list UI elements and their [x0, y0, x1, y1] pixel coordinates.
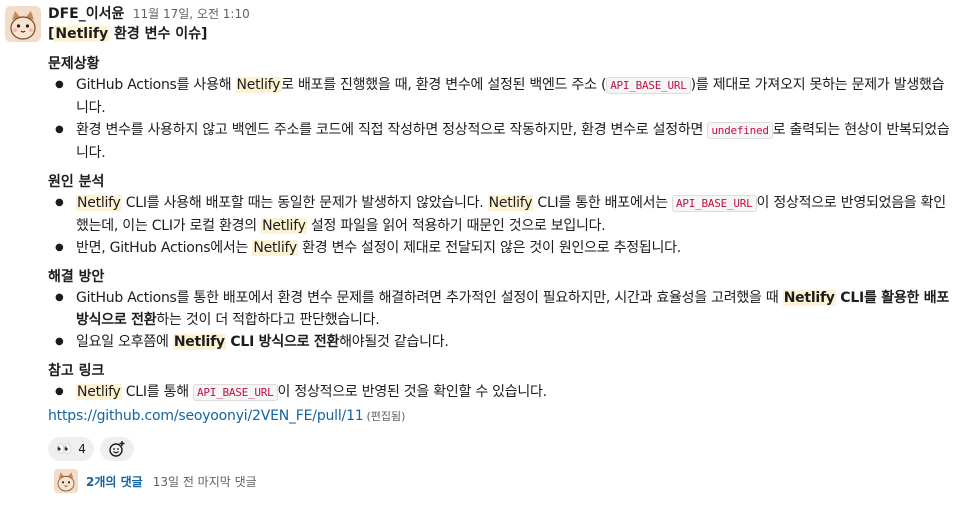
bullet-list: GitHub Actions를 사용해 Netlify로 배포를 진행했을 때,… [48, 74, 953, 164]
avatar[interactable] [5, 6, 41, 42]
text: 이 정상적으로 반영된 것을 확인할 수 있습니다. [277, 384, 548, 400]
text: 설정 파일을 읽어 적용하기 때문인 것으로 보입니다. [306, 218, 606, 234]
text: 환경 변수 설정이 제대로 전달되지 않은 것이 원인으로 추정됩니다. [297, 240, 681, 256]
edited-label: (편집됨) [366, 410, 406, 423]
highlight-term: Netlify [782, 290, 836, 306]
text: 하는 것이 더 적합하다고 판단했습니다. [156, 312, 380, 328]
inline-code: API_BASE_URL [672, 195, 757, 212]
sender-name[interactable]: DFE_이서윤 [48, 6, 124, 22]
text: CLI를 통해 [121, 384, 194, 400]
text: 반면, GitHub Actions에서는 [76, 240, 253, 256]
list-item: Netlify CLI를 사용해 배포할 때는 동일한 문제가 발생하지 않았습… [48, 192, 953, 237]
section-heading: 문제상황 [48, 56, 100, 72]
inline-code: API_BASE_URL [193, 384, 278, 401]
highlight-term: Netlify [487, 195, 534, 211]
text: 해야될것 같습니다. [339, 334, 449, 350]
list-item: 일요일 오후쯤에 Netlify CLI 방식으로 전환해야될것 같습니다. [48, 331, 953, 353]
bold-text: CLI 방식으로 전환 [225, 334, 340, 350]
inline-code: undefined [707, 122, 773, 139]
inline-code: API_BASE_URL [606, 77, 691, 94]
thread-summary[interactable]: 2개의 댓글 13일 전 마지막 댓글 [54, 468, 257, 494]
cat-avatar-icon [5, 6, 41, 42]
list-item: 환경 변수를 사용하지 않고 백엔드 주소를 코드에 직접 작성하면 정상적으로… [48, 119, 953, 164]
section-heading: 참고 링크 [48, 363, 105, 379]
timestamp[interactable]: 11월 17일, 오전 1:10 [133, 7, 250, 21]
bullet-list: Netlify CLI를 사용해 배포할 때는 동일한 문제가 발생하지 않았습… [48, 192, 953, 259]
section-heading: 해결 방안 [48, 269, 105, 285]
highlight-term: Netlify [76, 384, 122, 400]
text: GitHub Actions를 통한 배포에서 환경 변수 문제를 해결하려면 … [76, 290, 783, 306]
reply-count[interactable]: 2개의 댓글 [86, 473, 143, 490]
pr-link[interactable]: https://github.com/seoyoonyi/2VEN_FE/pul… [48, 408, 364, 424]
reaction-eyes[interactable]: 👀 4 [48, 437, 94, 461]
cat-avatar-icon [54, 469, 78, 493]
highlight-term: Netlify [235, 77, 282, 93]
add-reaction-button[interactable] [99, 437, 134, 461]
message-header: DFE_이서윤 11월 17일, 오전 1:10 [48, 4, 953, 24]
list-item: 반면, GitHub Actions에서는 Netlify 환경 변수 설정이 … [48, 237, 953, 259]
add-emoji-icon [109, 441, 125, 457]
text: 환경 변수를 사용하지 않고 백엔드 주소를 코드에 직접 작성하면 정상적으로… [76, 122, 708, 138]
highlight-term: Netlify [252, 240, 298, 256]
list-item: GitHub Actions를 사용해 Netlify로 배포를 진행했을 때,… [48, 74, 953, 119]
highlight-term: Netlify [172, 334, 226, 350]
reaction-count: 4 [78, 442, 86, 456]
highlight-term: Netlify [76, 195, 122, 211]
text: CLI를 사용해 배포할 때는 동일한 문제가 발생하지 않았습니다. [121, 195, 488, 211]
text: 일요일 오후쯤에 [76, 334, 173, 350]
reaction-bar: 👀 4 [48, 437, 953, 461]
list-item: Netlify CLI를 통해 API_BASE_URL이 정상적으로 반영된 … [48, 381, 953, 404]
section-heading: 원인 분석 [48, 174, 105, 190]
slack-message: DFE_이서윤 11월 17일, 오전 1:10 [Netlify 환경 변수 … [0, 0, 967, 511]
text: CLI를 통한 배포에서는 [533, 195, 673, 211]
message-content: DFE_이서윤 11월 17일, 오전 1:10 [Netlify 환경 변수 … [48, 4, 953, 461]
list-item: GitHub Actions를 통한 배포에서 환경 변수 문제를 해결하려면 … [48, 287, 953, 331]
title-text: 환경 변수 이슈] [109, 26, 208, 42]
last-reply-time: 13일 전 마지막 댓글 [152, 474, 257, 489]
text: 로 배포를 진행했을 때, 환경 변수에 설정된 백엔드 주소 ( [281, 77, 607, 93]
reply-avatar [54, 469, 78, 493]
eyes-icon: 👀 [56, 441, 73, 457]
highlight-term: Netlify [54, 26, 110, 42]
text: GitHub Actions를 사용해 [76, 77, 236, 93]
bullet-list: GitHub Actions를 통한 배포에서 환경 변수 문제를 해결하려면 … [48, 287, 953, 353]
highlight-term: Netlify [261, 218, 307, 234]
link-line: https://github.com/seoyoonyi/2VEN_FE/pul… [48, 405, 953, 428]
message-title: [Netlify 환경 변수 이슈] [48, 24, 953, 46]
bullet-list: Netlify CLI를 통해 API_BASE_URL이 정상적으로 반영된 … [48, 381, 953, 404]
